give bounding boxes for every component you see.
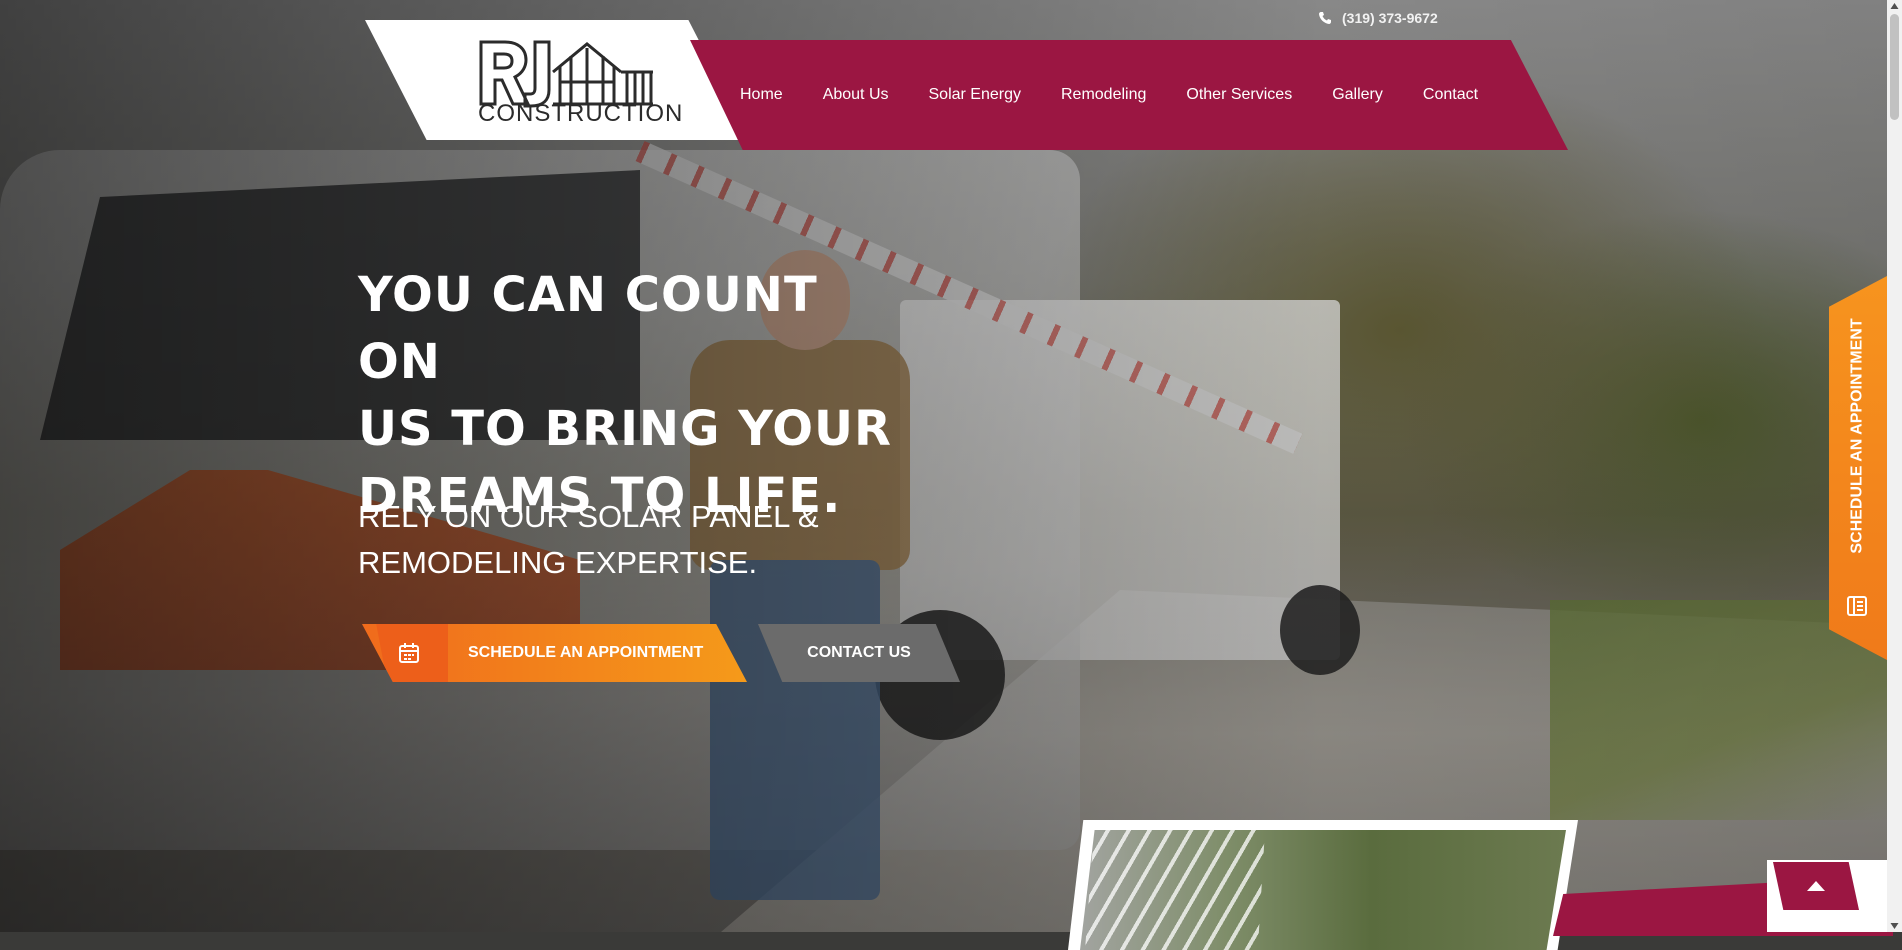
contact-us-label: CONTACT US [807,644,911,661]
phone-icon [1318,11,1332,25]
phone-number[interactable]: (319) 373-9672 [1342,10,1438,26]
page-scrollbar[interactable] [1887,0,1902,932]
schedule-appointment-button[interactable]: SCHEDULE AN APPOINTMENT [362,624,747,682]
solar-panel-rack [1085,830,1265,950]
logo-wordmark: CONSTRUCTION [478,100,684,127]
subline-line-2: REMODELING EXPERTISE. [358,545,758,580]
main-nav: Home About Us Solar Energy Remodeling Ot… [720,40,1498,150]
back-to-top-button[interactable] [1773,862,1859,910]
nav-contact[interactable]: Contact [1403,86,1498,104]
logo-link[interactable]: CONSTRUCTION [365,20,750,140]
contact-us-button[interactable]: CONTACT US [758,624,960,682]
headline-line-1: YOU CAN COUNT ON [358,267,818,390]
side-schedule-tab[interactable]: SCHEDULE AN APPOINTMENT [1829,276,1887,660]
scroll-down-arrow-icon[interactable] [1890,922,1899,930]
hero-subheadline: RELY ON OUR SOLAR PANEL & REMODELING EXP… [358,494,878,586]
headline-line-2: US TO BRING YOUR [358,401,892,457]
form-icon [1847,596,1867,616]
side-tab-text: SCHEDULE AN APPOINTMENT [1833,316,1883,556]
nav-other-services[interactable]: Other Services [1166,86,1312,104]
nav-about-us[interactable]: About Us [803,86,909,104]
nav-home[interactable]: Home [720,86,803,104]
side-tab-label: SCHEDULE AN APPOINTMENT [1849,318,1867,554]
scrollbar-thumb[interactable] [1890,14,1899,120]
nav-remodeling[interactable]: Remodeling [1041,86,1166,104]
schedule-appointment-label: SCHEDULE AN APPOINTMENT [468,644,704,661]
nav-gallery[interactable]: Gallery [1312,86,1403,104]
scroll-up-arrow-icon[interactable] [1890,2,1899,10]
hero-headline: YOU CAN COUNT ON US TO BRING YOUR DREAMS… [358,262,918,530]
arrow-up-icon [1807,881,1825,891]
nav-solar-energy[interactable]: Solar Energy [909,86,1042,104]
subline-line-1: RELY ON OUR SOLAR PANEL & [358,499,819,534]
header-phone[interactable]: (319) 373-9672 [1318,10,1438,26]
